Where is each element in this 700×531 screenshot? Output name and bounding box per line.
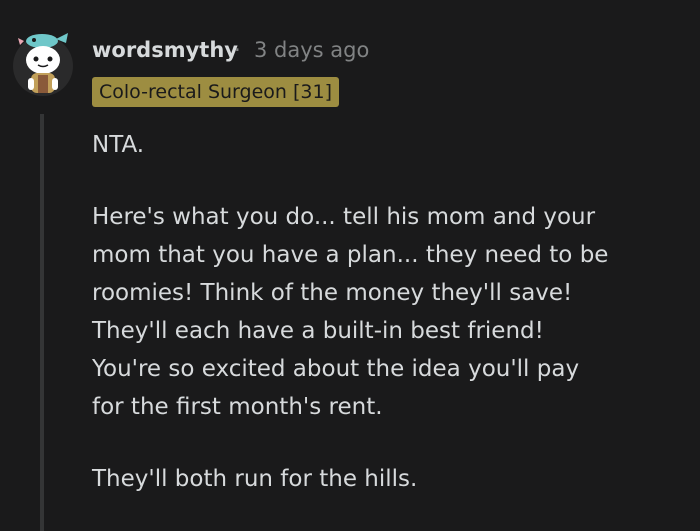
comment-paragraph: NTA. [92, 132, 145, 158]
comment-paragraph: They'll both run for the hills. [92, 466, 418, 492]
comment: wordsmythy · 3 days ago Colo-rectal Surg… [0, 0, 700, 531]
thread-collapse-line[interactable] [40, 114, 44, 531]
meta-separator: · [234, 38, 241, 62]
comment-timestamp[interactable]: 3 days ago [254, 36, 369, 64]
comment-paragraph: Here's what you do... tell his mom and y… [92, 204, 609, 420]
comment-body: NTA. Here's what you do... tell his mom … [92, 126, 692, 531]
user-flair-badge: Colo-rectal Surgeon [31] [92, 77, 339, 107]
username[interactable]: wordsmythy [92, 36, 238, 64]
user-avatar[interactable] [12, 28, 74, 100]
snoo-avatar-icon [13, 33, 73, 96]
